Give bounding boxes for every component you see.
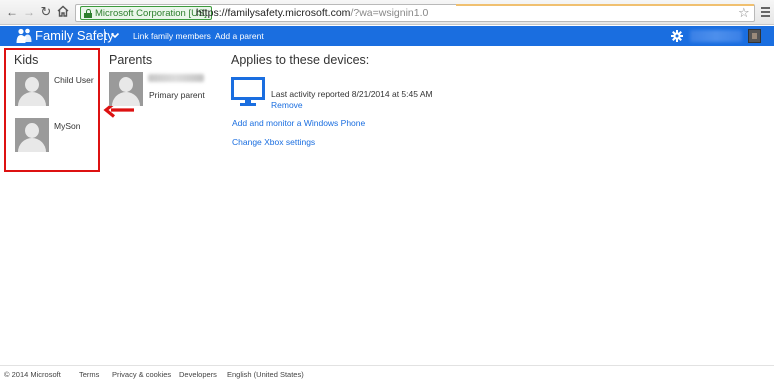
- kids-heading: Kids: [14, 53, 39, 67]
- kid-name-myson[interactable]: MySon: [54, 121, 80, 131]
- kid-avatar[interactable]: [15, 72, 49, 106]
- arrow-right-icon[interactable]: →: [22, 5, 36, 19]
- app-title[interactable]: Family Safety: [35, 28, 114, 44]
- parents-heading: Parents: [109, 53, 153, 67]
- star-icon[interactable]: ☆: [738, 5, 750, 21]
- kid-name-child-user[interactable]: Child User: [54, 75, 94, 85]
- remove-device-link[interactable]: Remove: [271, 100, 303, 110]
- footer-divider: [0, 365, 774, 366]
- url-text[interactable]: https://familysafety.microsoft.com/?wa=w…: [196, 7, 428, 19]
- lock-icon: [84, 9, 92, 18]
- footer-developers-link[interactable]: Developers: [179, 370, 217, 379]
- monitor-icon: [231, 77, 265, 106]
- footer-terms-link[interactable]: Terms: [79, 370, 99, 379]
- header-divider: [104, 29, 105, 43]
- footer-language-link[interactable]: English (United States): [227, 370, 304, 379]
- url-domain: https://familysafety.microsoft.com: [196, 7, 351, 19]
- change-xbox-settings-link[interactable]: Change Xbox settings: [232, 137, 315, 147]
- page: ← → ↻ Microsoft Corporation [US] https:/…: [0, 0, 774, 385]
- hamburger-menu-icon[interactable]: [761, 7, 770, 17]
- address-bar[interactable]: Microsoft Corporation [US] https://famil…: [75, 4, 755, 22]
- parent-role: Primary parent: [149, 90, 205, 100]
- ev-certificate-badge[interactable]: Microsoft Corporation [US]: [80, 6, 212, 20]
- parent-name-redacted[interactable]: [148, 74, 204, 82]
- home-icon[interactable]: [56, 5, 70, 19]
- loading-indicator: [456, 4, 754, 6]
- ev-certificate-label: Microsoft Corporation [US]: [95, 8, 207, 19]
- add-parent-link[interactable]: Add a parent: [215, 31, 264, 41]
- kid-avatar[interactable]: [15, 118, 49, 152]
- account-name-redacted[interactable]: [690, 30, 742, 42]
- arrow-left-icon[interactable]: ←: [5, 5, 19, 19]
- footer-privacy-link[interactable]: Privacy & cookies: [112, 370, 171, 379]
- browser-toolbar: ← → ↻ Microsoft Corporation [US] https:/…: [0, 0, 774, 25]
- reload-icon[interactable]: ↻: [39, 5, 53, 19]
- device-last-activity: Last activity reported 8/21/2014 at 5:45…: [271, 89, 433, 99]
- family-logo-icon: [16, 28, 32, 43]
- parent-avatar[interactable]: [109, 72, 143, 106]
- app-header: Family Safety Link family members Add a …: [0, 26, 774, 46]
- add-windows-phone-link[interactable]: Add and monitor a Windows Phone: [232, 118, 365, 128]
- gear-icon[interactable]: [671, 30, 683, 42]
- chevron-down-icon[interactable]: [110, 29, 120, 41]
- link-family-members-link[interactable]: Link family members: [133, 31, 211, 41]
- account-avatar[interactable]: [748, 29, 761, 43]
- devices-heading: Applies to these devices:: [231, 53, 370, 67]
- url-path: /?wa=wsignin1.0: [350, 7, 429, 19]
- footer-copyright: © 2014 Microsoft: [4, 370, 61, 379]
